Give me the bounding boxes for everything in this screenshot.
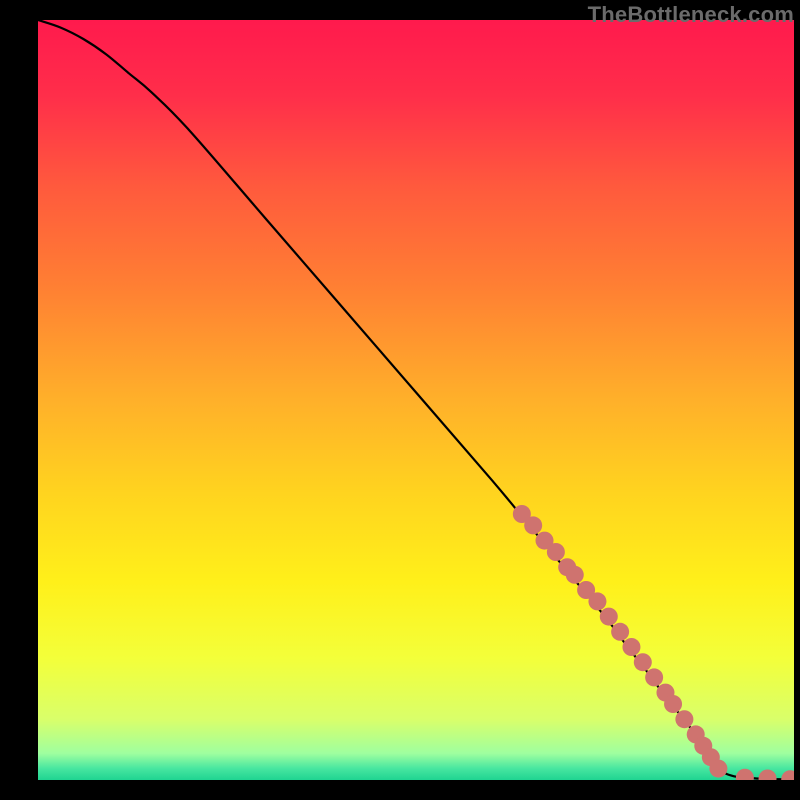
marker-point (645, 668, 663, 686)
watermark-text: TheBottleneck.com (588, 2, 794, 28)
gradient-background (38, 20, 794, 780)
marker-point (524, 516, 542, 534)
marker-point (600, 608, 618, 626)
marker-point (675, 710, 693, 728)
plot-area (38, 20, 794, 780)
marker-point (611, 623, 629, 641)
marker-point (588, 592, 606, 610)
plot-svg (38, 20, 794, 780)
marker-point (547, 543, 565, 561)
marker-point (622, 638, 640, 656)
marker-point (664, 695, 682, 713)
marker-point (709, 760, 727, 778)
marker-point (566, 566, 584, 584)
chart-stage: TheBottleneck.com (0, 0, 800, 800)
marker-point (634, 653, 652, 671)
